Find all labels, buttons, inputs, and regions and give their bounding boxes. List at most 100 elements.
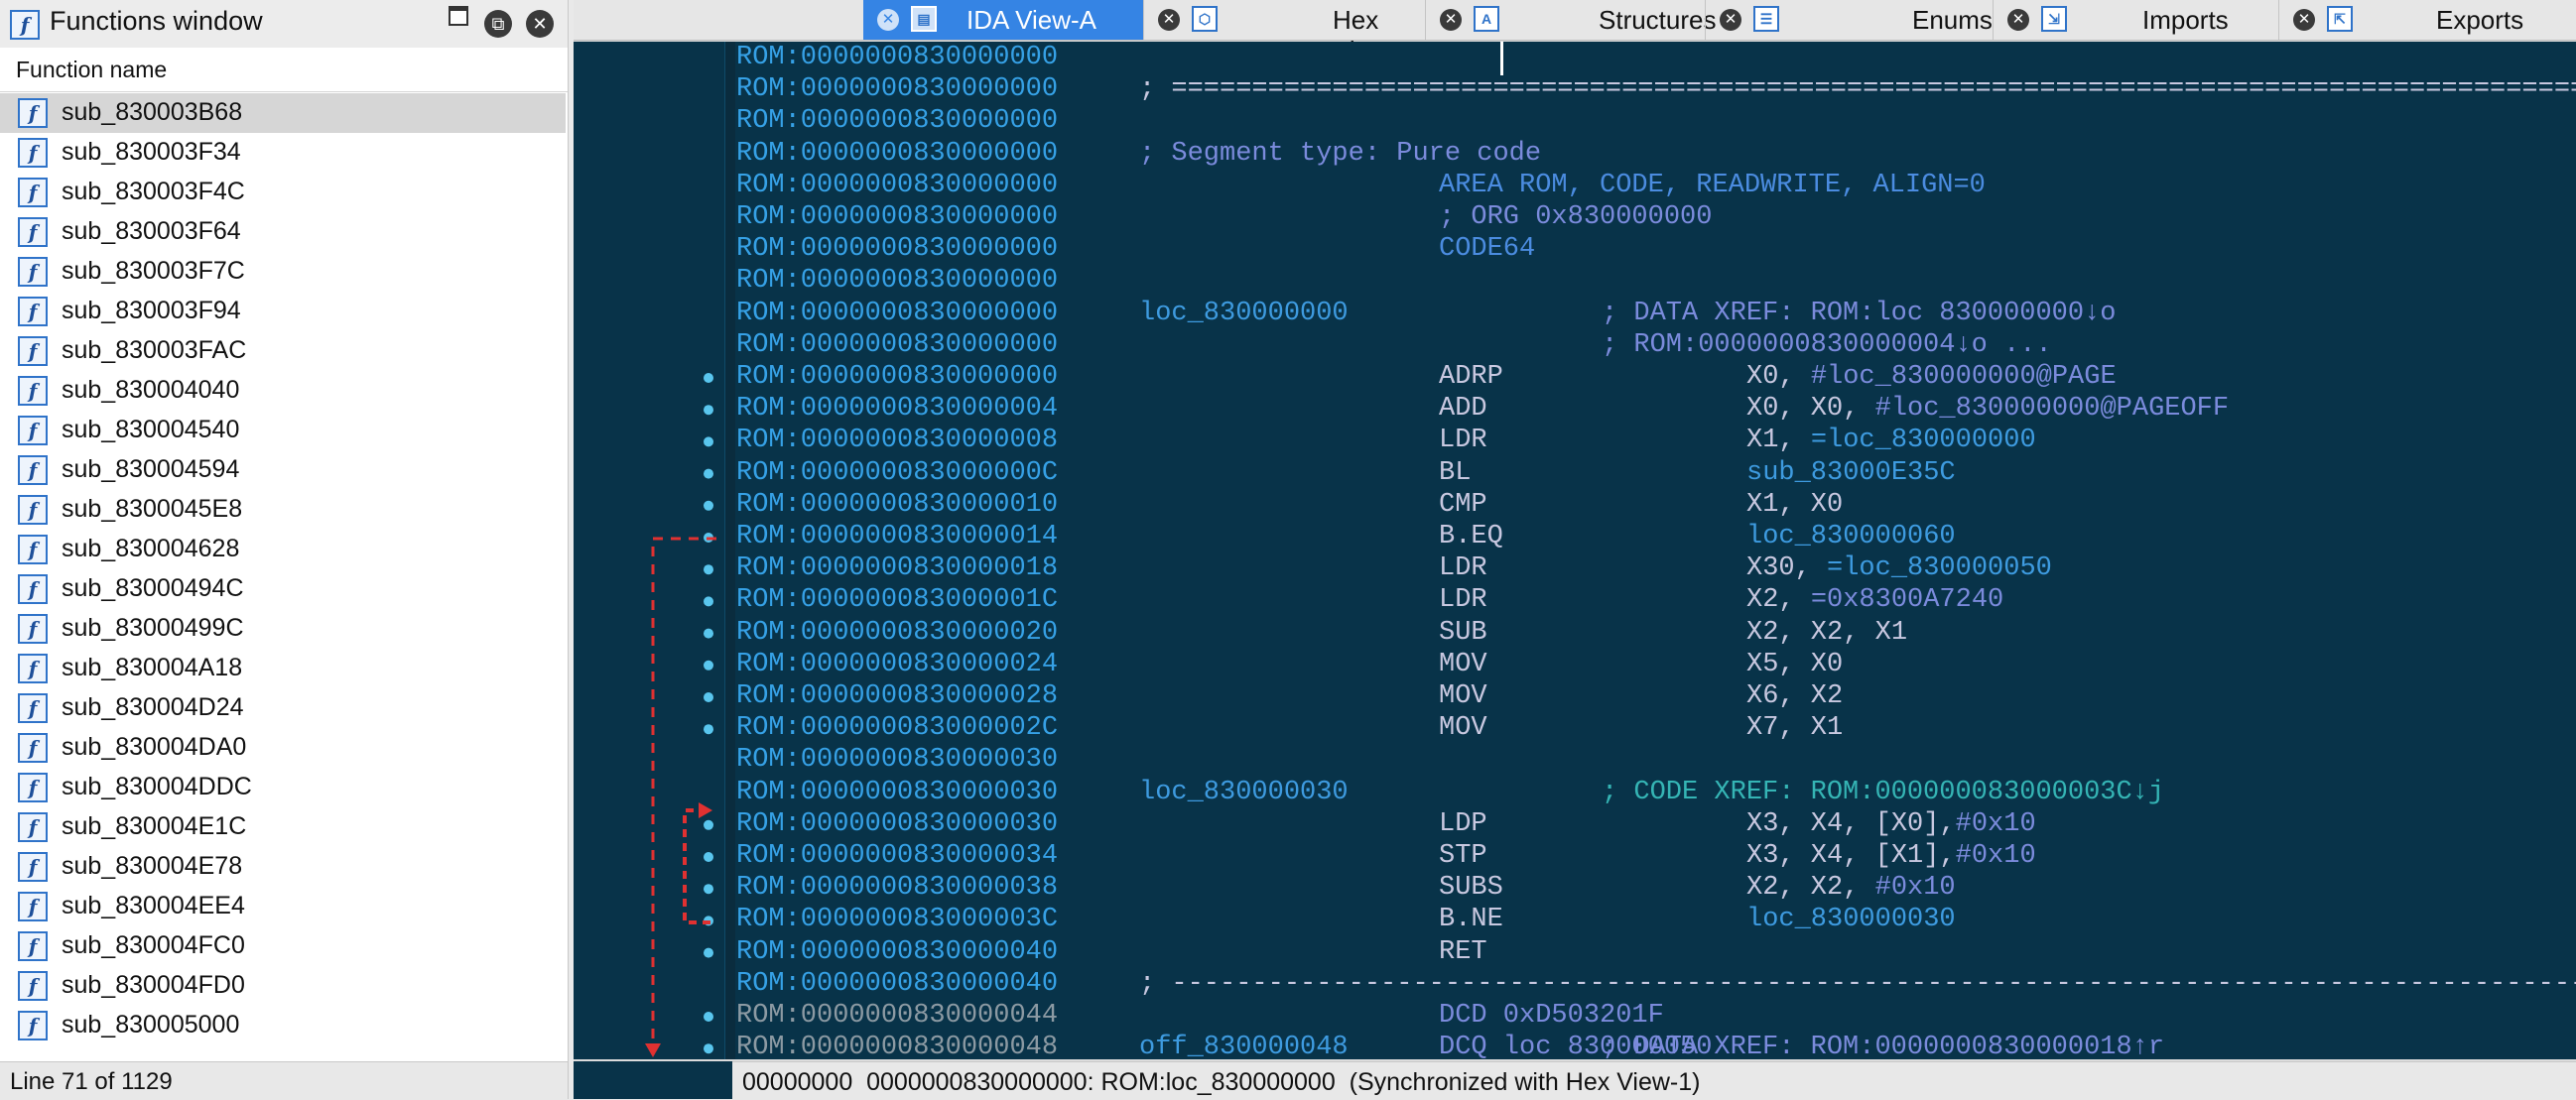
function-list-item[interactable]: f sub_830003FAC: [0, 331, 566, 371]
data-definition: DCQ loc 830000050: [1439, 1033, 1713, 1059]
instruction-dot: [704, 884, 713, 895]
function-list-item[interactable]: f sub_830004FD0: [0, 966, 566, 1006]
enums-icon: ☰: [1753, 6, 1779, 32]
imports-icon: ⇲: [2041, 6, 2067, 32]
operands[interactable]: X2, =0x8300A7240: [1746, 585, 2003, 615]
function-list-item[interactable]: f sub_830003B68: [0, 93, 566, 133]
mnemonic: RET: [1439, 936, 1487, 967]
hex-view-icon: ⬡: [1192, 6, 1218, 32]
code-xref-comment[interactable]: ; CODE XREF: ROM:000000083000003C↓j: [1602, 778, 2164, 807]
function-list-item[interactable]: f sub_830004540: [0, 411, 566, 450]
function-list-item[interactable]: f sub_830003F34: [0, 133, 566, 173]
function-name: sub_830003F64: [62, 217, 241, 245]
close-tab-icon[interactable]: ✕: [877, 9, 899, 31]
address: ROM:0000000830000030: [736, 745, 1059, 776]
address: ROM:0000000830000000: [736, 43, 1059, 72]
function-list-item[interactable]: f sub_830004628: [0, 530, 566, 569]
operand-part: X2, X2, X1: [1746, 617, 1908, 648]
directive: AREA ROM, CODE, READWRITE, ALIGN=0: [1439, 170, 1986, 200]
xref-comment[interactable]: ; DATA XREF: ROM:loc 830000000↓o: [1602, 299, 2116, 328]
operand-part: X3, X4, [X0],: [1746, 808, 1956, 839]
code-label[interactable]: loc_830000000: [1139, 299, 1349, 328]
close-tab-icon[interactable]: ✕: [2293, 9, 2315, 31]
code-label[interactable]: off_830000048: [1139, 1033, 1349, 1059]
function-icon: f: [18, 892, 48, 921]
close-window-button[interactable]: ✕: [526, 10, 554, 38]
function-icon: f: [18, 257, 48, 287]
separator-comment: ; --------------------------------------…: [1139, 968, 2576, 999]
instruction-dot: [704, 660, 713, 671]
function-list-item[interactable]: f sub_830004DA0: [0, 728, 566, 768]
instruction-dot: [704, 500, 713, 511]
operands[interactable]: X3, X4, [X0],#0x10: [1746, 809, 2036, 839]
function-list[interactable]: f sub_830003B68 f sub_830003F34 f sub_830003F…: [0, 93, 568, 1059]
function-name: sub_830005000: [62, 1011, 240, 1039]
function-list-item[interactable]: f sub_830004E78: [0, 847, 566, 887]
operand-part: =0x8300A7240: [1810, 585, 2004, 616]
function-list-item[interactable]: f sub_830004040: [0, 371, 566, 411]
operands[interactable]: X30, =loc_830000050: [1746, 553, 2052, 583]
function-name: sub_83000494C: [62, 574, 244, 602]
function-list-item[interactable]: f sub_830004594: [0, 450, 566, 490]
function-list-item[interactable]: f sub_830004A18: [0, 649, 566, 688]
disassembly-lines[interactable]: ROM:0000000830000000 ROM:0000000830000000…: [736, 42, 2576, 1059]
operands[interactable]: loc_830000030: [1746, 905, 1956, 934]
close-tab-icon[interactable]: ✕: [1720, 9, 1741, 31]
function-list-item[interactable]: f sub_830003F94: [0, 292, 566, 331]
function-list-item[interactable]: f sub_830003F4C: [0, 173, 566, 212]
tab-label: IDA View-A: [966, 5, 1097, 35]
function-list-item[interactable]: f sub_830004FC0: [0, 926, 566, 966]
operand-part: X3, X4, [X1],: [1746, 841, 1956, 871]
arrow-pane-separator[interactable]: [724, 42, 735, 1059]
operands[interactable]: X3, X4, [X1],#0x10: [1746, 841, 2036, 871]
close-tab-icon[interactable]: ✕: [1158, 9, 1180, 31]
operands[interactable]: X1, =loc_830000000: [1746, 426, 2036, 455]
xref-comment[interactable]: ; ROM:0000000830000004↓o ...: [1602, 330, 2052, 360]
functions-window-titlebar[interactable]: f Functions window ⧉ ✕: [0, 0, 568, 49]
minimize-window-button[interactable]: [449, 6, 468, 26]
function-name: sub_830003FAC: [62, 336, 247, 364]
ida-view-a[interactable]: ROM:0000000830000000 ROM:0000000830000000…: [574, 42, 2576, 1059]
operands[interactable]: X7, X1: [1746, 713, 1843, 743]
instruction-dot: [704, 1043, 713, 1054]
operands[interactable]: X2, X2, X1: [1746, 618, 1907, 648]
tab-imports[interactable]: ✕ ⇲ Imports: [1993, 0, 2279, 40]
float-window-button[interactable]: ⧉: [484, 10, 512, 38]
function-list-item[interactable]: f sub_830004E1C: [0, 807, 566, 847]
operands[interactable]: X6, X2: [1746, 681, 1843, 711]
tab-enums[interactable]: ✕ ☰ Enums: [1705, 0, 1994, 40]
operands[interactable]: X1, X0: [1746, 490, 1843, 520]
address: ROM:000000083000002C: [736, 713, 1059, 744]
mnemonic: LDP: [1439, 808, 1487, 839]
function-list-item[interactable]: f sub_8300045E8: [0, 490, 566, 530]
tab-exports[interactable]: ✕ ⇱ Exports: [2278, 0, 2576, 40]
function-icon: f: [18, 455, 48, 485]
address: ROM:0000000830000030: [736, 777, 1059, 807]
function-list-item[interactable]: f sub_83000494C: [0, 569, 566, 609]
function-name: sub_830004594: [62, 455, 240, 483]
tab-structures[interactable]: ✕ A Structures: [1425, 0, 1717, 40]
operands[interactable]: sub_83000E35C: [1746, 458, 1956, 488]
code-label[interactable]: loc_830000030: [1139, 778, 1349, 807]
function-list-item[interactable]: f sub_830003F64: [0, 212, 566, 252]
operands[interactable]: X2, X2, #0x10: [1746, 873, 1956, 903]
tab-hex-view-1[interactable]: ✕⬡Hex View-1: [1143, 0, 1424, 65]
operands[interactable]: X5, X0: [1746, 650, 1843, 679]
address: ROM:0000000830000048: [736, 1033, 1059, 1059]
function-name: sub_830004DA0: [62, 733, 247, 761]
function-list-item[interactable]: f sub_830005000: [0, 1006, 566, 1045]
function-name: sub_830004FC0: [62, 931, 245, 959]
function-list-item[interactable]: f sub_83000499C: [0, 609, 566, 649]
column-header-function-name[interactable]: Function name: [0, 48, 568, 92]
function-list-item[interactable]: f sub_830003F7C: [0, 252, 566, 292]
operands[interactable]: X0, X0, #loc_830000000@PAGEOFF: [1746, 394, 2229, 424]
close-tab-icon[interactable]: ✕: [2007, 9, 2029, 31]
operands[interactable]: X0, #loc_830000000@PAGE: [1746, 362, 2117, 392]
function-list-item[interactable]: f sub_830004EE4: [0, 887, 566, 926]
address: ROM:0000000830000000: [736, 234, 1059, 265]
function-list-item[interactable]: f sub_830004DDC: [0, 768, 566, 807]
tab-ida-view-a[interactable]: ✕ ▤ IDA View-A: [863, 0, 1143, 40]
function-list-item[interactable]: f sub_830004D24: [0, 688, 566, 728]
operands[interactable]: loc_830000060: [1746, 522, 1956, 551]
close-tab-icon[interactable]: ✕: [1440, 9, 1462, 31]
